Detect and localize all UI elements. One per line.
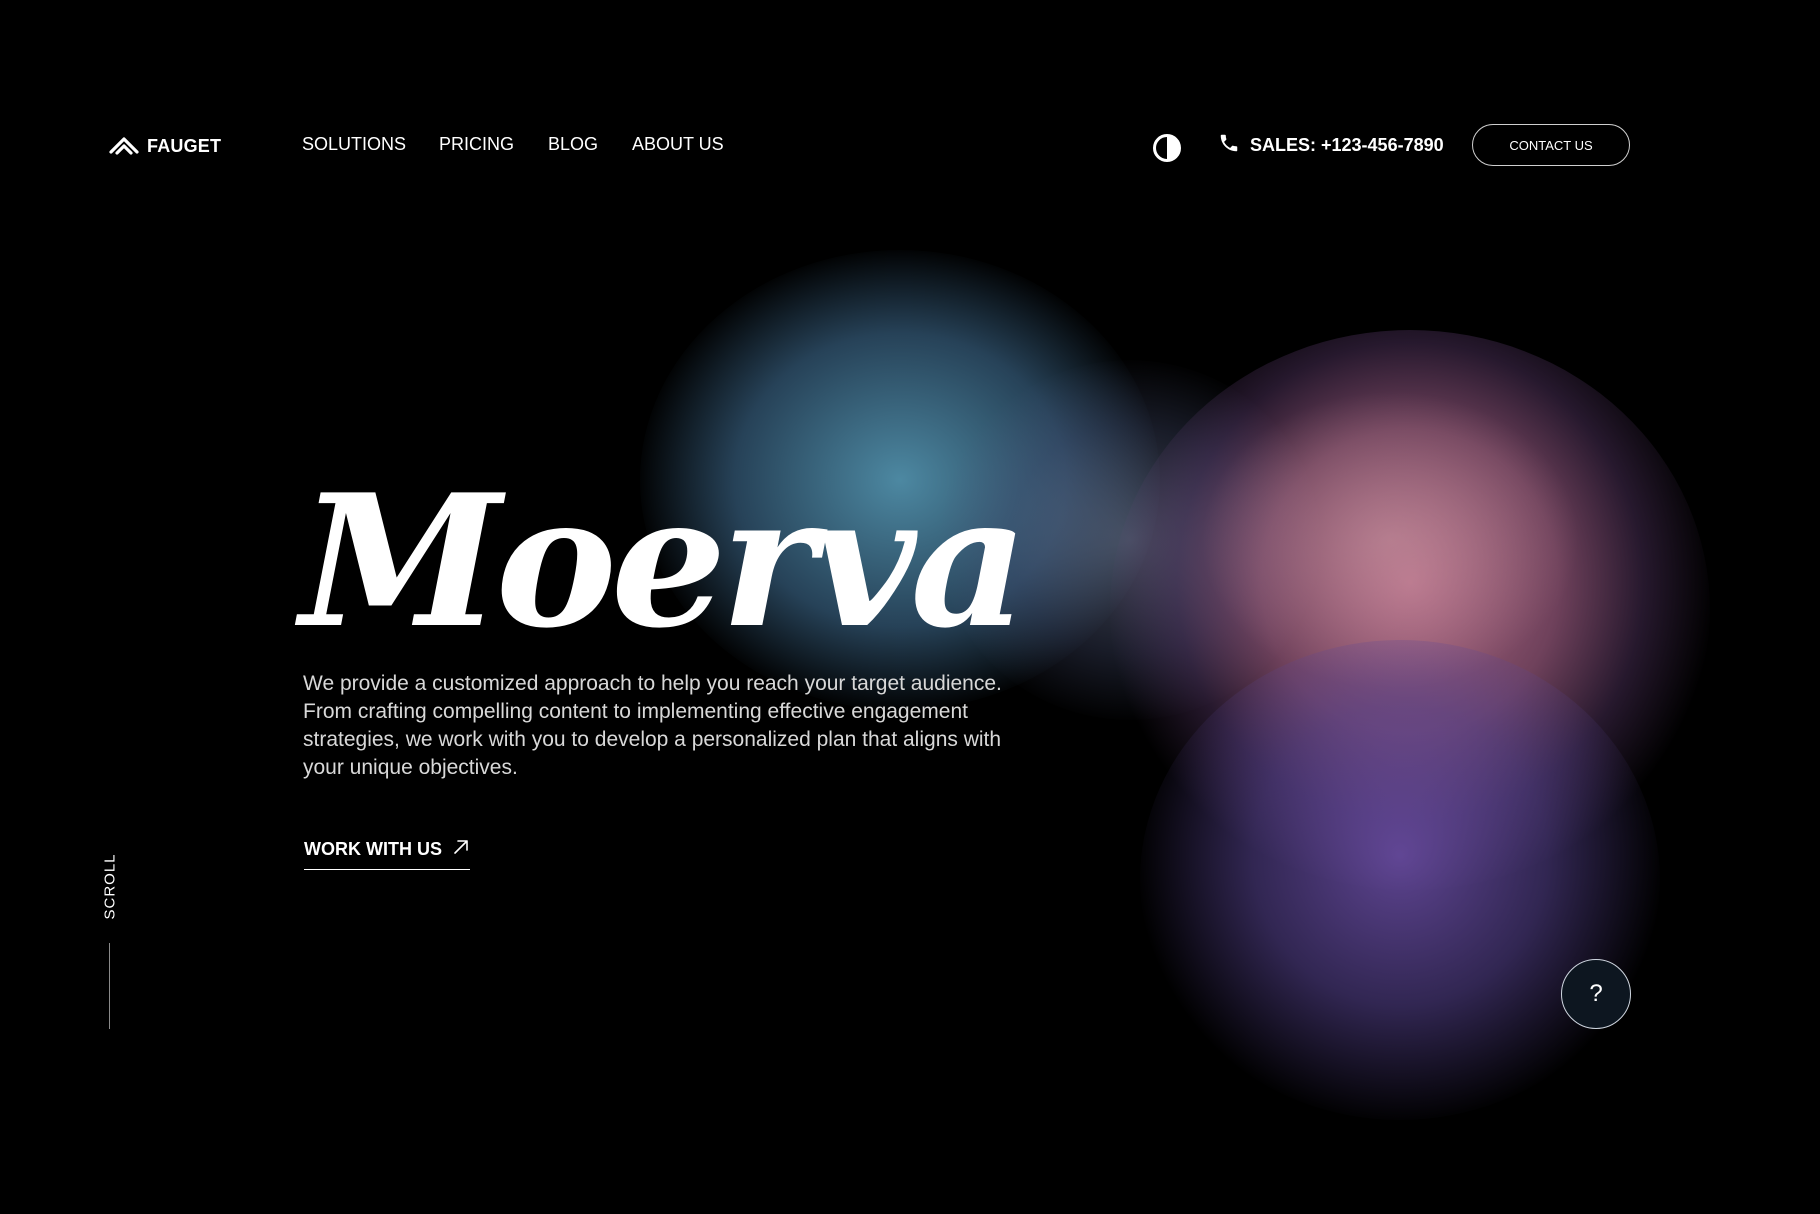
- nav-item-solutions[interactable]: SOLUTIONS: [302, 134, 406, 155]
- sales-phone[interactable]: SALES: +123-456-7890: [1218, 132, 1444, 159]
- background-glow-rose: [1200, 390, 1580, 690]
- nav-item-pricing[interactable]: PRICING: [439, 134, 514, 155]
- scroll-indicator-label[interactable]: SCROLL: [102, 853, 119, 919]
- brand-logo[interactable]: FAUGET: [109, 132, 221, 161]
- phone-icon: [1218, 132, 1240, 159]
- nav-item-blog[interactable]: BLOG: [548, 134, 598, 155]
- work-with-us-label: WORK WITH US: [304, 839, 442, 859]
- scroll-indicator-line: [109, 943, 110, 1029]
- arrow-up-right-icon: [452, 838, 470, 861]
- hero-description: We provide a customized approach to help…: [303, 672, 1002, 779]
- nav-item-about-us[interactable]: ABOUT US: [632, 134, 724, 155]
- sales-phone-text: SALES: +123-456-7890: [1250, 135, 1444, 155]
- contrast-icon[interactable]: [1152, 133, 1182, 163]
- hero-title: Moerva: [300, 454, 1028, 668]
- double-chevron-logo-icon: [109, 132, 139, 161]
- background-glow-violet: [1140, 640, 1660, 1120]
- background-glow-pink: [1110, 330, 1710, 890]
- contact-us-button[interactable]: CONTACT US: [1472, 124, 1630, 166]
- help-button[interactable]: ?: [1561, 959, 1631, 1029]
- brand-name: FAUGET: [147, 136, 222, 156]
- work-with-us-link[interactable]: WORK WITH US: [304, 838, 470, 870]
